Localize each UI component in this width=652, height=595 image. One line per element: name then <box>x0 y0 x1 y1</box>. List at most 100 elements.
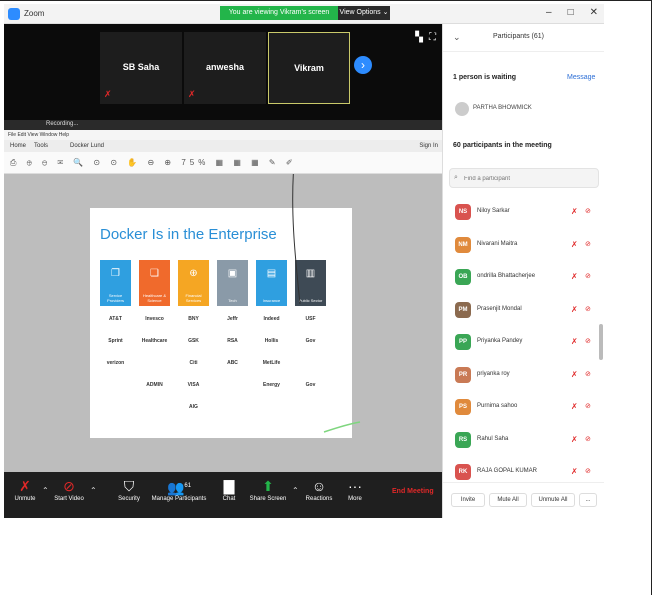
participants-icon: 👥61 <box>166 479 192 496</box>
mic-muted-icon: ✗ <box>571 207 578 216</box>
meeting-toolbar: ✗ Unmute ⌃ ⊘ Start Video ⌃ ⛉ Security 👥6… <box>4 472 442 518</box>
shared-menu-bar: File Edit View Window Help <box>4 130 442 140</box>
shared-sign-in: Sign In <box>419 143 438 149</box>
close-icon[interactable]: ✕ <box>590 7 598 18</box>
unmute-button[interactable]: ✗ Unmute <box>8 476 42 502</box>
recording-bar: Recording... <box>4 120 442 130</box>
mic-muted-icon: ✗ <box>571 304 578 314</box>
reactions-button[interactable]: ☺ Reactions <box>302 476 336 502</box>
view-icons: ▚ ⛶ <box>415 32 436 43</box>
mic-muted-icon: ✗ <box>571 272 578 281</box>
minimize-icon[interactable]: – <box>546 7 552 18</box>
chat-label: Chat <box>222 496 236 502</box>
video-off-icon: ⊘ <box>585 370 591 378</box>
muted-mic-icon: ✗ <box>104 89 112 99</box>
participant-name: Prasenjit Mondal <box>477 305 522 312</box>
participant-search[interactable]: ⌕ <box>449 168 599 188</box>
manage-participants-label: Manage Participants <box>151 496 207 502</box>
avatar: RK <box>455 464 471 480</box>
avatar: OB <box>455 269 471 285</box>
annotation-curve <box>292 174 361 433</box>
avatar: PS <box>455 399 471 415</box>
scrollbar[interactable] <box>599 324 603 360</box>
avatar: NM <box>455 236 471 253</box>
participants-panel: ⌄ Participants (61) 1 person is waiting … <box>442 24 604 518</box>
panel-footer: Invite Mute All Unmute All ... <box>443 482 604 518</box>
chevron-down-icon[interactable]: ⌄ <box>453 32 461 43</box>
share-screen-button[interactable]: ⬆ Share Screen <box>248 476 288 502</box>
waiting-room-label: 1 person is waiting <box>453 74 517 81</box>
speaker-view-icon[interactable]: ▚ <box>415 32 423 43</box>
participant-row[interactable]: PR priyanka roy ✗ ⊘ <box>443 359 604 391</box>
mic-muted-icon: ✗ <box>571 402 578 411</box>
tile-name: Vikram <box>294 63 324 73</box>
participant-row[interactable]: NS Niloy Sarkar ✗ ⊘ <box>443 196 604 228</box>
participant-row[interactable]: PP Priyanka Pandey ✗ ⊘ <box>443 326 604 358</box>
tile-name: anwesha <box>205 62 245 72</box>
fullscreen-icon[interactable]: ⛶ <box>429 32 436 43</box>
chevron-right-icon[interactable]: › <box>354 56 372 74</box>
zoom-logo-icon <box>8 8 20 20</box>
start-video-label: Start Video <box>54 496 84 502</box>
avatar: NS <box>455 204 471 220</box>
start-video-button[interactable]: ⊘ Start Video <box>48 476 90 502</box>
video-off-icon: ⊘ <box>585 468 591 475</box>
shared-tabs-bar: Home Tools Docker Lund Sign In <box>4 140 442 152</box>
shared-toolbar: ⎙ ⊕ ⊖ ✉ 🔍 ⊙ ⊙ ✋ ⊖ ⊕ 75% ▦ ▦ ▦ ✎ ✐ <box>4 152 442 174</box>
panel-title: Participants (61) <box>493 33 544 40</box>
participant-row[interactable]: OB ondrilla Bhattacherjee ✗ ⊘ <box>443 261 604 293</box>
mic-muted-icon: ✗ <box>19 478 31 494</box>
caret-up-icon[interactable]: ⌃ <box>90 486 97 495</box>
mic-muted-icon: ✗ <box>571 467 578 476</box>
window-controls: – □ ✕ <box>546 7 598 18</box>
participant-name: Rahul Saha <box>477 435 509 442</box>
recording-label: Recording... <box>46 121 79 127</box>
end-meeting-button[interactable]: End Meeting <box>392 488 434 495</box>
mute-all-button[interactable]: Mute All <box>489 493 527 507</box>
waiting-person-name[interactable]: PARTHA BHOWMICK <box>473 105 532 111</box>
reactions-label: Reactions <box>305 496 333 502</box>
message-link[interactable]: Message <box>567 74 595 81</box>
invite-button[interactable]: Invite <box>451 493 485 507</box>
video-tile[interactable]: SB Saha ✗ <box>100 32 182 104</box>
video-tile-active[interactable]: Vikram <box>268 32 350 104</box>
participant-row[interactable]: PS Purnima sahoo ✗ ⊘ <box>443 391 604 423</box>
mic-muted-icon: ✗ <box>571 369 578 379</box>
manage-participants-button[interactable]: 👥61 Manage Participants <box>148 476 210 502</box>
participant-name: Niloy Sarkar <box>477 208 510 214</box>
shared-tab: Tools <box>34 143 49 149</box>
video-strip: SB Saha ✗ anwesha ✗ Vikram › ▚ ⛶ <box>4 24 442 120</box>
participant-row[interactable]: NM Nivarani Maitra ✗ ⊘ <box>443 229 604 261</box>
security-button[interactable]: ⛉ Security <box>112 476 146 502</box>
video-tile[interactable]: anwesha ✗ <box>184 32 266 104</box>
panel-more-button[interactable]: ... <box>579 493 597 507</box>
avatar: PM <box>455 301 471 318</box>
view-options-button[interactable]: View Options ⌄ <box>338 6 390 20</box>
chat-button[interactable]: ▇ Chat <box>216 476 242 502</box>
search-input[interactable] <box>464 172 594 185</box>
chat-icon: ▇ <box>223 478 235 494</box>
security-label: Security <box>118 496 140 502</box>
document-area: Docker Is in the Enterprise ❐ Service Pro… <box>4 174 442 472</box>
caret-up-icon[interactable]: ⌃ <box>292 486 299 495</box>
participant-row[interactable]: RS Rahul Saha ✗ ⊘ <box>443 424 604 456</box>
more-button[interactable]: ··· More <box>342 476 368 502</box>
title-bar: Zoom You are viewing Vikram's screen Vie… <box>4 4 604 24</box>
reactions-icon: ☺ <box>311 478 327 494</box>
avatar: PP <box>455 334 471 350</box>
participant-row[interactable]: PM Prasenjit Mondal ✗ ⊘ <box>443 294 604 326</box>
more-label: More <box>348 496 362 502</box>
video-off-icon: ⊘ <box>585 305 591 313</box>
in-meeting-label: 60 participants in the meeting <box>453 142 552 149</box>
participants-count: 61 <box>184 483 192 489</box>
shared-screen: Recording... File Edit View Window Help … <box>4 120 442 472</box>
participant-name: priyanka roy <box>477 370 510 377</box>
avatar: PR <box>455 366 471 383</box>
video-off-icon: ⊘ <box>585 273 591 280</box>
unmute-all-button[interactable]: Unmute All <box>531 493 575 507</box>
maximize-icon[interactable]: □ <box>568 7 574 18</box>
mic-muted-icon: ✗ <box>571 434 578 444</box>
viewing-banner: You are viewing Vikram's screen <box>220 6 338 20</box>
video-off-icon: ⊘ <box>585 403 591 410</box>
meeting-stage: SB Saha ✗ anwesha ✗ Vikram › ▚ ⛶ Recordi… <box>4 24 442 472</box>
